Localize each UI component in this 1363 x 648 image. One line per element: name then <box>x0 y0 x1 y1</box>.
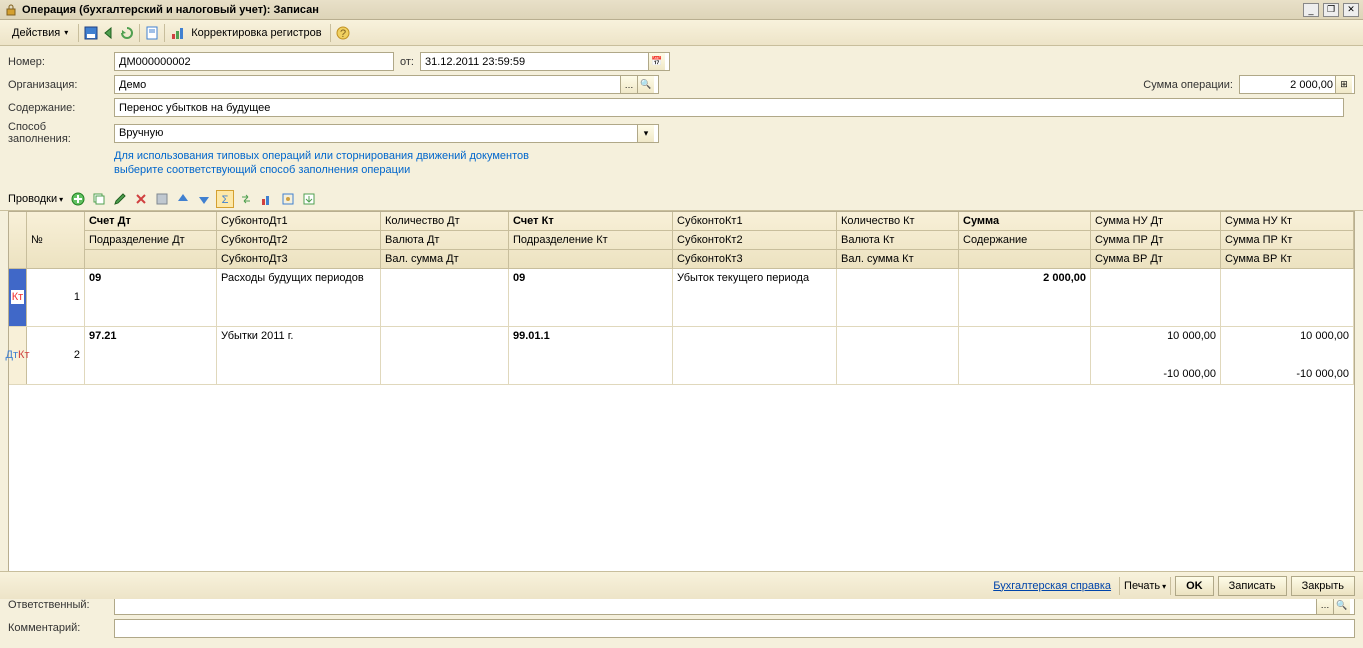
number-input[interactable]: ДМ000000002 <box>114 52 394 71</box>
entries-grid: № Счет Дт Подразделение Дт СубконтоДт1 С… <box>8 211 1355 590</box>
col-curr-sum-dt[interactable]: Вал. сумма Дт <box>381 250 509 269</box>
col-subconto-dt3[interactable]: СубконтоДт3 <box>217 250 381 269</box>
col-curr-sum-kt[interactable]: Вал. сумма Кт <box>837 250 959 269</box>
window-title: Операция (бухгалтерский и налоговый учет… <box>22 4 1303 16</box>
svg-text:?: ? <box>339 28 345 40</box>
col-curr-kt[interactable]: Валюта Кт <box>837 231 959 250</box>
chevron-down-icon[interactable]: ▾ <box>637 125 654 142</box>
close-button[interactable]: Закрыть <box>1291 576 1355 596</box>
row-marker: ДтКт <box>9 327 27 384</box>
help-icon[interactable]: ? <box>335 25 351 41</box>
entries-toolbar: Проводки Σ <box>0 188 1363 211</box>
col-subconto-dt2[interactable]: СубконтоДт2 <box>217 231 381 250</box>
fill-select[interactable]: Вручную▾ <box>114 124 659 143</box>
resp-label: Ответственный: <box>8 599 108 611</box>
from-label: от: <box>400 56 414 68</box>
form-area: Номер: ДМ000000002 от: 31.12.2011 23:59:… <box>0 46 1363 188</box>
date-input[interactable]: 31.12.2011 23:59:59📅 <box>420 52 670 71</box>
settings-icon[interactable] <box>279 190 297 208</box>
sigma-icon[interactable]: Σ <box>216 190 234 208</box>
content-label: Содержание: <box>8 102 108 114</box>
select-icon[interactable]: … <box>620 76 637 93</box>
col-sum-vr-kt[interactable]: Сумма ВР Кт <box>1221 250 1354 269</box>
down-icon[interactable] <box>195 190 213 208</box>
ref-link[interactable]: Бухгалтерская справка <box>993 580 1111 592</box>
save-icon[interactable] <box>83 25 99 41</box>
table-row[interactable]: ДтКт 2 97.21 Убытки 2011 г. 99.01.1 10 0… <box>9 327 1354 385</box>
document-icon[interactable] <box>144 25 160 41</box>
chart-icon[interactable] <box>169 25 185 41</box>
grid-header: № Счет Дт Подразделение Дт СубконтоДт1 С… <box>9 212 1354 269</box>
col-acc-kt[interactable]: Счет Кт <box>509 212 673 231</box>
titlebar: Операция (бухгалтерский и налоговый учет… <box>0 0 1363 20</box>
add-icon[interactable] <box>69 190 87 208</box>
col-sum-nu-dt[interactable]: Сумма НУ Дт <box>1091 212 1221 231</box>
swap-icon[interactable] <box>237 190 255 208</box>
ok-button[interactable]: OK <box>1175 576 1214 596</box>
col-subconto-kt2[interactable]: СубконтоКт2 <box>673 231 837 250</box>
bottom-bar: Бухгалтерская справка Печать OK Записать… <box>0 571 1363 599</box>
back-icon[interactable] <box>101 25 117 41</box>
org-input[interactable]: Демо…🔍 <box>114 75 659 94</box>
comment-input[interactable] <box>114 619 1355 638</box>
number-label: Номер: <box>8 56 108 68</box>
col-qty-kt[interactable]: Количество Кт <box>837 212 959 231</box>
fill-label: Способ заполнения: <box>8 121 108 145</box>
chart2-icon[interactable] <box>258 190 276 208</box>
col-subdiv-dt[interactable]: Подразделение Дт <box>85 231 217 250</box>
grid-body: Кт 1 09 Расходы будущих периодов 09 Убыт… <box>9 269 1354 589</box>
edit-icon[interactable] <box>111 190 129 208</box>
export-icon[interactable] <box>300 190 318 208</box>
svg-text:Σ: Σ <box>222 194 229 206</box>
close-button[interactable]: ✕ <box>1343 3 1359 17</box>
col-sum-nu-kt[interactable]: Сумма НУ Кт <box>1221 212 1354 231</box>
col-sum-pr-dt[interactable]: Сумма ПР Дт <box>1091 231 1221 250</box>
col-num[interactable]: № <box>27 212 85 269</box>
calc-icon[interactable]: ⊞ <box>1335 76 1352 93</box>
row-marker: Кт <box>9 269 27 326</box>
content-input[interactable]: Перенос убытков на будущее <box>114 98 1344 117</box>
calendar-icon[interactable]: 📅 <box>648 53 665 70</box>
col-qty-dt[interactable]: Количество Дт <box>381 212 509 231</box>
col-subconto-dt1[interactable]: СубконтоДт1 <box>217 212 381 231</box>
search-icon[interactable]: 🔍 <box>637 76 654 93</box>
main-toolbar: Действия Корректировка регистров ? <box>0 20 1363 46</box>
refresh-icon[interactable] <box>119 25 135 41</box>
sum-input[interactable]: 2 000,00⊞ <box>1239 75 1355 94</box>
col-sum-pr-kt[interactable]: Сумма ПР Кт <box>1221 231 1354 250</box>
reg-correct-button[interactable]: Корректировка регистров <box>187 25 325 41</box>
grid-icon[interactable] <box>153 190 171 208</box>
actions-menu[interactable]: Действия <box>6 25 74 41</box>
hint-text[interactable]: Для использования типовых операций или с… <box>114 149 1355 178</box>
col-acc-dt[interactable]: Счет Дт <box>85 212 217 231</box>
table-row[interactable]: Кт 1 09 Расходы будущих периодов 09 Убыт… <box>9 269 1354 327</box>
delete-icon[interactable] <box>132 190 150 208</box>
save-button[interactable]: Записать <box>1218 576 1287 596</box>
col-curr-dt[interactable]: Валюта Дт <box>381 231 509 250</box>
col-sum[interactable]: Сумма <box>959 212 1091 231</box>
col-content[interactable]: Содержание <box>959 231 1091 250</box>
col-sum-vr-dt[interactable]: Сумма ВР Дт <box>1091 250 1221 269</box>
sum-label: Сумма операции: <box>1143 79 1233 91</box>
search-icon[interactable]: 🔍 <box>1333 597 1350 614</box>
lock-icon <box>4 3 18 17</box>
minimize-button[interactable]: _ <box>1303 3 1319 17</box>
copy-icon[interactable] <box>90 190 108 208</box>
org-label: Организация: <box>8 79 108 91</box>
comment-label: Комментарий: <box>8 622 108 634</box>
col-subconto-kt3[interactable]: СубконтоКт3 <box>673 250 837 269</box>
select-icon[interactable]: … <box>1316 597 1333 614</box>
entries-tab[interactable]: Проводки <box>8 193 63 205</box>
col-subdiv-kt[interactable]: Подразделение Кт <box>509 231 673 250</box>
print-menu[interactable]: Печать <box>1124 580 1166 592</box>
up-icon[interactable] <box>174 190 192 208</box>
maximize-button[interactable]: ❐ <box>1323 3 1339 17</box>
col-subconto-kt1[interactable]: СубконтоКт1 <box>673 212 837 231</box>
